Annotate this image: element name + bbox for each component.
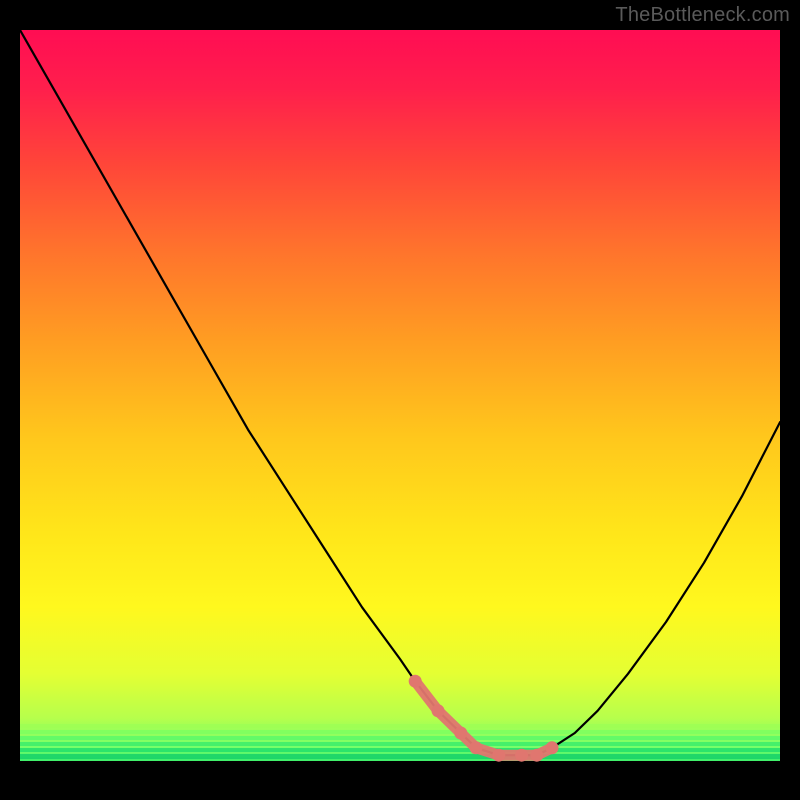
highlight-dot [454, 727, 467, 740]
watermark-text: TheBottleneck.com [615, 4, 790, 27]
highlight-dot [515, 749, 528, 762]
sweet-spot-highlight [20, 30, 780, 770]
highlight-dot [409, 675, 422, 688]
highlight-dot [530, 749, 543, 762]
highlight-dot [432, 704, 445, 717]
highlight-dot [492, 749, 505, 762]
highlight-dot [546, 741, 559, 754]
highlight-dot [470, 741, 483, 754]
plot-area [20, 30, 780, 770]
chart-stage: TheBottleneck.com [0, 0, 800, 800]
